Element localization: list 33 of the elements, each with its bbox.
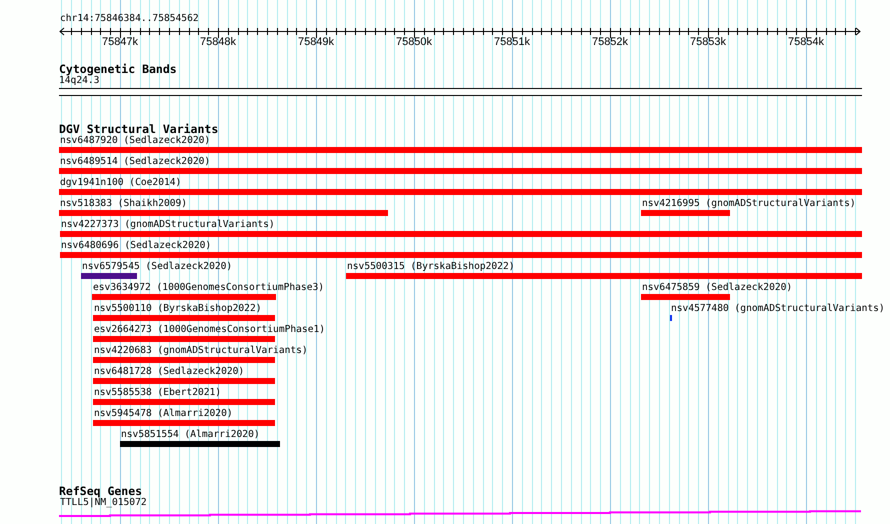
ruler-tick-label: 75852k: [592, 36, 628, 48]
ruler-tick-label: 75849k: [298, 36, 334, 48]
variant-label: dgv1941n100 (Coe2014): [60, 177, 182, 189]
track-title: RefSeq Genes: [59, 485, 142, 497]
ruler-tick-label: 75851k: [494, 36, 530, 48]
ruler-tick-label: 75848k: [200, 36, 236, 48]
band-label: 14q24.3: [59, 75, 100, 87]
variant-label: esv3634972 (1000GenomesConsortiumPhase3): [93, 282, 324, 294]
variant-label: nsv4227373 (gnomADStructuralVariants): [61, 219, 275, 231]
track-title: DGV Structural Variants: [59, 123, 218, 135]
gene-label: TTLL5|NM_015072: [60, 497, 147, 509]
ruler-tick-label: 75847k: [102, 36, 138, 48]
variant-label: nsv5585538 (Ebert2021): [94, 387, 222, 399]
ruler-tick-label: 75850k: [396, 36, 432, 48]
variant-label: nsv5500315 (ByrskaBishop2022): [347, 261, 515, 273]
ruler-tick-label: 75854k: [788, 36, 824, 48]
locus-text: chr14:75846384..75854562: [59, 13, 199, 25]
variant-label: nsv5945478 (Almarri2020): [94, 408, 233, 420]
variant-label: nsv6489514 (Sedlazeck2020): [60, 156, 210, 168]
variant-label: nsv5851554 (Almarri2020): [121, 429, 260, 441]
variant-label: nsv6480696 (Sedlazeck2020): [61, 240, 212, 252]
variant-label: nsv6475859 (Sedlazeck2020): [642, 282, 792, 294]
variant-label: nsv5500110 (ByrskaBishop2022): [94, 303, 262, 315]
variant-label: nsv4220683 (gnomADStructuralVariants): [94, 345, 308, 357]
variant-label: nsv6487920 (Sedlazeck2020): [60, 135, 210, 147]
variant-label: esv2664273 (1000GenomesConsortiumPhase1): [94, 324, 326, 336]
ruler-tick-label: 75853k: [690, 36, 726, 48]
variant-label: nsv6579545 (Sedlazeck2020): [82, 261, 232, 273]
track-title: Cytogenetic Bands: [59, 63, 177, 75]
variant-label: nsv518383 (Shaikh2009): [60, 198, 188, 210]
variant-label: nsv6481728 (Sedlazeck2020): [94, 366, 244, 378]
variant-label: nsv4216995 (gnomADStructuralVariants): [642, 198, 856, 210]
variant-label: nsv4577480 (gnomADStructuralVariants): [671, 303, 885, 315]
